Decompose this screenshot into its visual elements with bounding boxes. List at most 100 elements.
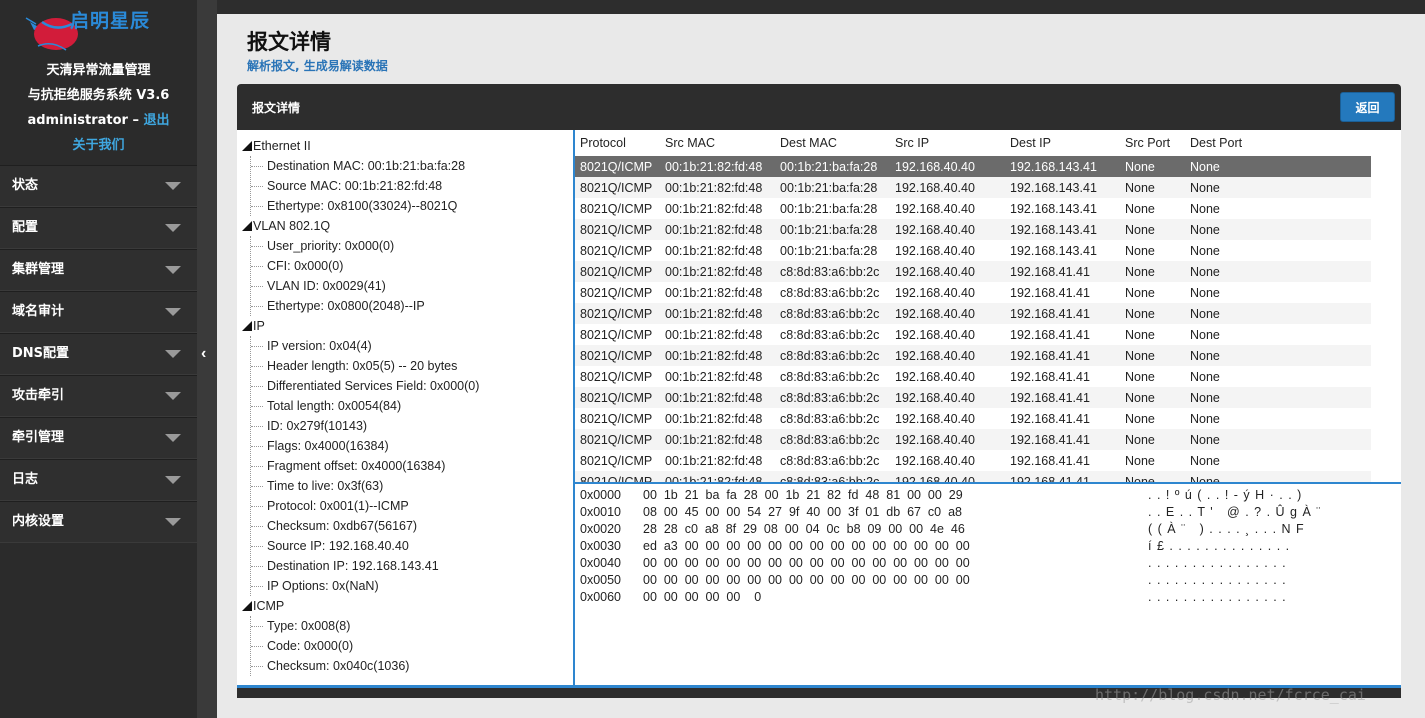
table-cell: 192.168.41.41 <box>1010 411 1090 426</box>
table-cell: None <box>1190 201 1220 216</box>
table-cell: 192.168.40.40 <box>895 201 975 216</box>
table-cell: None <box>1120 219 1185 240</box>
table-cell: None <box>1190 411 1220 426</box>
logout-link[interactable]: 退出 <box>144 113 170 128</box>
table-cell: 8021Q/ICMP <box>575 303 660 324</box>
top-bar <box>217 0 1425 14</box>
column-header[interactable]: Src MAC <box>660 130 775 156</box>
expand-toggle-icon[interactable] <box>242 321 252 331</box>
hex-offset: 0x0060 <box>580 590 622 604</box>
table-cell: None <box>1190 369 1220 384</box>
sidebar-item-cluster[interactable]: 集群管理 <box>0 249 197 291</box>
tree-field: Source MAC: 00:1b:21:82:fd:48 <box>251 176 573 196</box>
table-row[interactable]: 8021Q/ICMP 00:1b:21:82:fd:48 c8:8d:83:a6:b… <box>575 282 1371 303</box>
sidebar-item-kernel[interactable]: 内核设置 <box>0 501 197 543</box>
table-row[interactable]: 8021Q/ICMP 00:1b:21:82:fd:48 00:1b:21:ba:f… <box>575 156 1371 177</box>
chevron-down-icon <box>165 392 181 400</box>
chevron-left-icon[interactable]: ‹ <box>201 345 206 363</box>
column-header[interactable]: Src IP <box>890 130 1005 156</box>
column-header[interactable]: Src Port <box>1120 130 1185 156</box>
table-row[interactable]: 8021Q/ICMP 00:1b:21:82:fd:48 c8:8d:83:a6:b… <box>575 324 1371 345</box>
table-cell: 192.168.40.40 <box>895 243 975 258</box>
table-cell: 8021Q/ICMP <box>575 219 660 240</box>
table-cell: None <box>1120 345 1185 366</box>
column-header[interactable]: Dest Port <box>1185 130 1371 156</box>
sidebar-item-label: 配置 <box>12 220 39 235</box>
sidebar-item-logs[interactable]: 日志 <box>0 459 197 501</box>
table-cell: c8:8d:83:a6:bb:2c <box>775 261 890 282</box>
hex-offset: 0x0040 <box>580 556 622 570</box>
hex-offset: 0x0050 <box>580 573 622 587</box>
table-row[interactable]: 8021Q/ICMP 00:1b:21:82:fd:48 c8:8d:83:a6:b… <box>575 471 1371 482</box>
table-row[interactable]: 8021Q/ICMP 00:1b:21:82:fd:48 c8:8d:83:a6:b… <box>575 429 1371 450</box>
tree-node-label: Ethernet II <box>253 139 311 153</box>
about-link[interactable]: 关于我们 <box>0 134 197 153</box>
sidebar-item-dns-config[interactable]: DNS配置 <box>0 333 197 375</box>
table-cell: 192.168.40.40 <box>890 471 1005 482</box>
tree-field: IP version: 0x04(4) <box>251 336 573 356</box>
table-cell: None <box>1190 285 1220 300</box>
column-header[interactable]: Protocol <box>575 130 660 156</box>
table-cell: 00:1b:21:82:fd:48 <box>660 261 775 282</box>
table-cell: None <box>1190 453 1220 468</box>
table-cell: 00:1b:21:ba:fa:28 <box>780 243 878 258</box>
tree-node-header[interactable]: IP <box>237 316 573 336</box>
sidebar-item-status[interactable]: 状态 <box>0 165 197 207</box>
column-header[interactable]: Dest IP <box>1005 130 1120 156</box>
table-row[interactable]: 8021Q/ICMP 00:1b:21:82:fd:48 c8:8d:83:a6:b… <box>575 387 1371 408</box>
table-cell: None <box>1185 219 1371 240</box>
table-row[interactable]: 8021Q/ICMP 00:1b:21:82:fd:48 c8:8d:83:a6:b… <box>575 303 1371 324</box>
tree-field: Code: 0x000(0) <box>251 636 573 656</box>
sidebar-item-label: 攻击牵引 <box>12 388 65 403</box>
expand-toggle-icon[interactable] <box>242 601 252 611</box>
hex-ascii: . . ! º ú ( . . ! - ý H · . . ) <box>1148 488 1303 502</box>
sidebar-item-config[interactable]: 配置 <box>0 207 197 249</box>
table-row[interactable]: 8021Q/ICMP 00:1b:21:82:fd:48 00:1b:21:ba:f… <box>575 177 1371 198</box>
expand-toggle-icon[interactable] <box>242 221 252 231</box>
tree-field: VLAN ID: 0x0029(41) <box>251 276 573 296</box>
hex-row: 0x0040 00 00 00 00 00 00 00 00 00 00 00 0… <box>575 555 1401 572</box>
table-row[interactable]: 8021Q/ICMP 00:1b:21:82:fd:48 c8:8d:83:a6:b… <box>575 261 1371 282</box>
sidebar-item-attack-diversion[interactable]: 攻击牵引 <box>0 375 197 417</box>
hex-offset: 0x0000 <box>580 488 622 502</box>
table-cell: 00:1b:21:82:fd:48 <box>660 387 775 408</box>
tree-node: Ethernet II Destination MAC: 00:1b:21:ba:… <box>237 136 573 216</box>
table-cell: 00:1b:21:82:fd:48 <box>665 327 763 342</box>
tree-field: Type: 0x008(8) <box>251 616 573 636</box>
table-cell: 00:1b:21:82:fd:48 <box>660 303 775 324</box>
table-row[interactable]: 8021Q/ICMP 00:1b:21:82:fd:48 00:1b:21:ba:f… <box>575 219 1371 240</box>
table-row[interactable]: 8021Q/ICMP 00:1b:21:82:fd:48 00:1b:21:ba:f… <box>575 198 1371 219</box>
logo-text: 启明星辰 <box>70 10 151 32</box>
table-cell: 192.168.41.41 <box>1010 369 1090 384</box>
table-row[interactable]: 8021Q/ICMP 00:1b:21:82:fd:48 00:1b:21:ba:f… <box>575 240 1371 261</box>
expand-toggle-icon[interactable] <box>242 141 252 151</box>
table-row[interactable]: 8021Q/ICMP 00:1b:21:82:fd:48 c8:8d:83:a6:b… <box>575 450 1371 471</box>
table-cell: None <box>1125 285 1155 300</box>
table-row[interactable]: 8021Q/ICMP 00:1b:21:82:fd:48 c8:8d:83:a6:b… <box>575 345 1371 366</box>
table-cell: 00:1b:21:82:fd:48 <box>660 219 775 240</box>
tree-node-header[interactable]: VLAN 802.1Q <box>237 216 573 236</box>
table-cell: 192.168.40.40 <box>890 261 1005 282</box>
table-cell: 00:1b:21:ba:fa:28 <box>780 201 878 216</box>
table-row[interactable]: 8021Q/ICMP 00:1b:21:82:fd:48 c8:8d:83:a6:b… <box>575 408 1371 429</box>
hex-bytes: 28 28 c0 a8 8f 29 08 00 04 0c b8 09 00 0… <box>643 522 965 536</box>
hex-ascii: ( ( À ¨ ) . . . . ¸ . . . N F <box>1148 522 1305 536</box>
brand-block: 启明星辰 天清异常流量管理 与抗拒绝服务系统 V3.6 administrato… <box>0 0 197 162</box>
column-header[interactable]: Dest MAC <box>775 130 890 156</box>
table-cell: None <box>1185 261 1371 282</box>
table-cell: None <box>1185 429 1371 450</box>
back-button[interactable]: 返回 <box>1340 92 1395 122</box>
table-cell: None <box>1120 156 1185 177</box>
table-cell: c8:8d:83:a6:bb:2c <box>780 327 880 342</box>
sidebar-item-diversion-mgmt[interactable]: 牵引管理 <box>0 417 197 459</box>
hex-bytes: 00 1b 21 ba fa 28 00 1b 21 82 fd 48 81 0… <box>643 488 963 502</box>
table-cell: 8021Q/ICMP <box>575 345 660 366</box>
product-name-line2: 与抗拒绝服务系统 V3.6 <box>27 88 170 103</box>
hex-bytes: 00 00 00 00 00 00 00 00 00 00 00 00 00 0… <box>643 573 970 587</box>
sidebar-item-domain-audit[interactable]: 域名审计 <box>0 291 197 333</box>
table-cell: 00:1b:21:82:fd:48 <box>660 177 775 198</box>
tree-node-header[interactable]: ICMP <box>237 596 573 616</box>
table-row[interactable]: 8021Q/ICMP 00:1b:21:82:fd:48 c8:8d:83:a6:b… <box>575 366 1371 387</box>
table-cell: None <box>1120 303 1185 324</box>
tree-node-header[interactable]: Ethernet II <box>237 136 573 156</box>
